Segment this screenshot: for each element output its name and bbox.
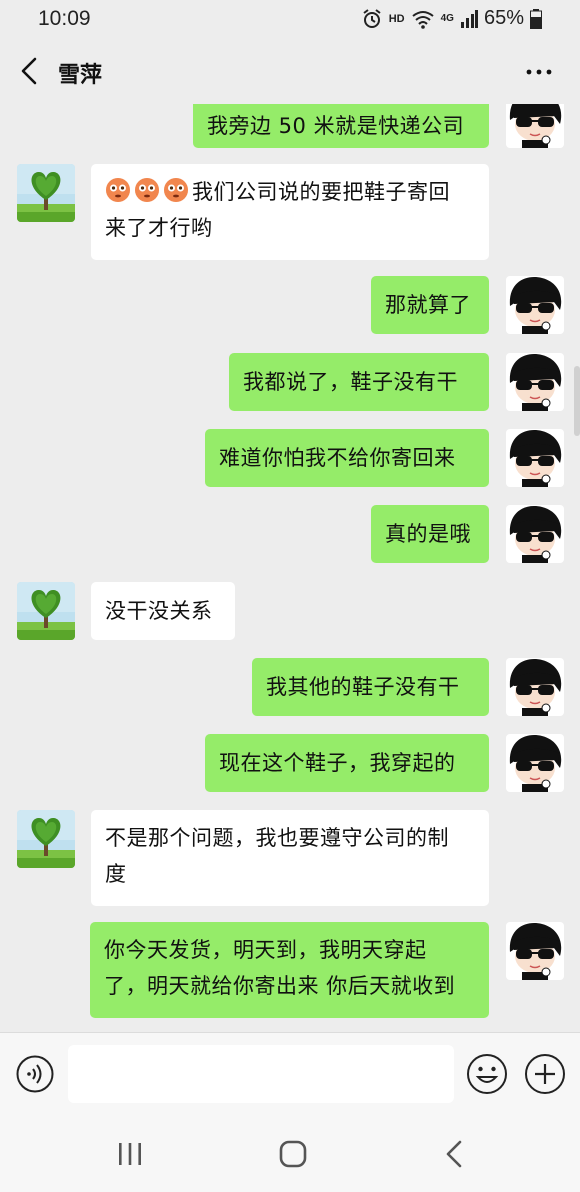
back-arrow-icon[interactable] xyxy=(18,56,42,86)
flushed-emoji-icon xyxy=(135,178,159,202)
my-avatar[interactable] xyxy=(506,353,564,411)
input-bar xyxy=(0,1032,580,1117)
my-avatar[interactable] xyxy=(506,658,564,716)
contact-avatar[interactable] xyxy=(17,810,75,868)
message-text: 现在这个鞋子，我穿起的 xyxy=(219,751,456,775)
contact-avatar[interactable] xyxy=(17,582,75,640)
wifi-icon xyxy=(412,10,434,29)
my-avatar[interactable] xyxy=(506,734,564,792)
my-avatar[interactable] xyxy=(506,429,564,487)
message-text-line2: 了，明天就给你寄出来 你后天就收到 xyxy=(104,974,456,998)
chat-header: 雪萍 xyxy=(0,40,580,104)
message-text: 我旁边 50 米就是快递公司 xyxy=(207,114,465,138)
recent-apps-icon[interactable] xyxy=(112,1136,148,1172)
system-nav-bar xyxy=(0,1116,580,1192)
message-text: 我其他的鞋子没有干 xyxy=(266,675,460,699)
my-message-bubble[interactable]: 难道你怕我不给你寄回来 xyxy=(205,429,489,487)
status-indicators: HD 4G 65% xyxy=(361,7,542,30)
message-text: 难道你怕我不给你寄回来 xyxy=(219,446,456,470)
plus-icon[interactable] xyxy=(524,1053,566,1095)
chat-title: 雪萍 xyxy=(58,63,103,88)
scroll-indicator xyxy=(574,366,580,436)
my-avatar[interactable] xyxy=(506,276,564,334)
contact-message-bubble[interactable]: 没干没关系 xyxy=(91,582,235,640)
message-text-line1: 你今天发货，明天到，我明天穿起 xyxy=(104,938,427,962)
message-list[interactable]: 我旁边 50 米就是快递公司 我们公司说的要把鞋子寄回来了才行哟 那就算了 我都… xyxy=(0,104,580,1032)
my-message-bubble[interactable]: 那就算了 xyxy=(371,276,489,334)
message-text: 真的是哦 xyxy=(385,522,471,546)
nav-back-icon[interactable] xyxy=(437,1136,473,1172)
hd-badge: HD xyxy=(388,12,405,25)
flushed-emoji-icon xyxy=(164,178,188,202)
status-time: 10:09 xyxy=(38,7,91,30)
battery-icon xyxy=(530,8,542,29)
message-text-line1: 我们公司说的要把鞋子寄回 xyxy=(192,180,450,204)
my-message-bubble[interactable]: 真的是哦 xyxy=(371,505,489,563)
voice-icon[interactable] xyxy=(16,1055,54,1093)
home-icon[interactable] xyxy=(275,1136,311,1172)
message-text: 我都说了，鞋子没有干 xyxy=(243,370,458,394)
my-message-bubble[interactable]: 现在这个鞋子，我穿起的 xyxy=(205,734,489,792)
more-icon[interactable] xyxy=(524,58,554,86)
contact-message-bubble[interactable]: 我们公司说的要把鞋子寄回来了才行哟 xyxy=(91,164,489,260)
flushed-emoji-icon xyxy=(106,178,130,202)
message-text-line2: 来了才行哟 xyxy=(105,216,213,240)
contact-message-bubble[interactable]: 不是那个问题，我也要遵守公司的制度 xyxy=(91,810,489,906)
message-text-line2: 度 xyxy=(105,862,127,886)
my-message-bubble[interactable]: 你今天发货，明天到，我明天穿起了，明天就给你寄出来 你后天就收到 xyxy=(90,922,489,1018)
contact-avatar[interactable] xyxy=(17,164,75,222)
emoji-icon[interactable] xyxy=(466,1053,508,1095)
message-text: 没干没关系 xyxy=(105,599,213,623)
message-text-line1: 不是那个问题，我也要遵守公司的制 xyxy=(105,826,449,850)
status-bar: 10:09 HD 4G 65% xyxy=(0,0,580,40)
my-avatar[interactable] xyxy=(506,505,564,563)
my-message-bubble[interactable]: 我旁边 50 米就是快递公司 xyxy=(193,104,489,148)
my-avatar[interactable] xyxy=(506,104,564,148)
signal-icon xyxy=(460,9,478,28)
alarm-icon xyxy=(363,8,381,28)
my-message-bubble[interactable]: 我其他的鞋子没有干 xyxy=(252,658,489,716)
message-input[interactable] xyxy=(68,1045,454,1103)
network-type: 4G xyxy=(440,13,454,24)
battery-percent: 65% xyxy=(483,7,524,29)
message-text: 那就算了 xyxy=(385,293,471,317)
my-message-bubble[interactable]: 我都说了，鞋子没有干 xyxy=(229,353,489,411)
my-avatar[interactable] xyxy=(506,922,564,980)
